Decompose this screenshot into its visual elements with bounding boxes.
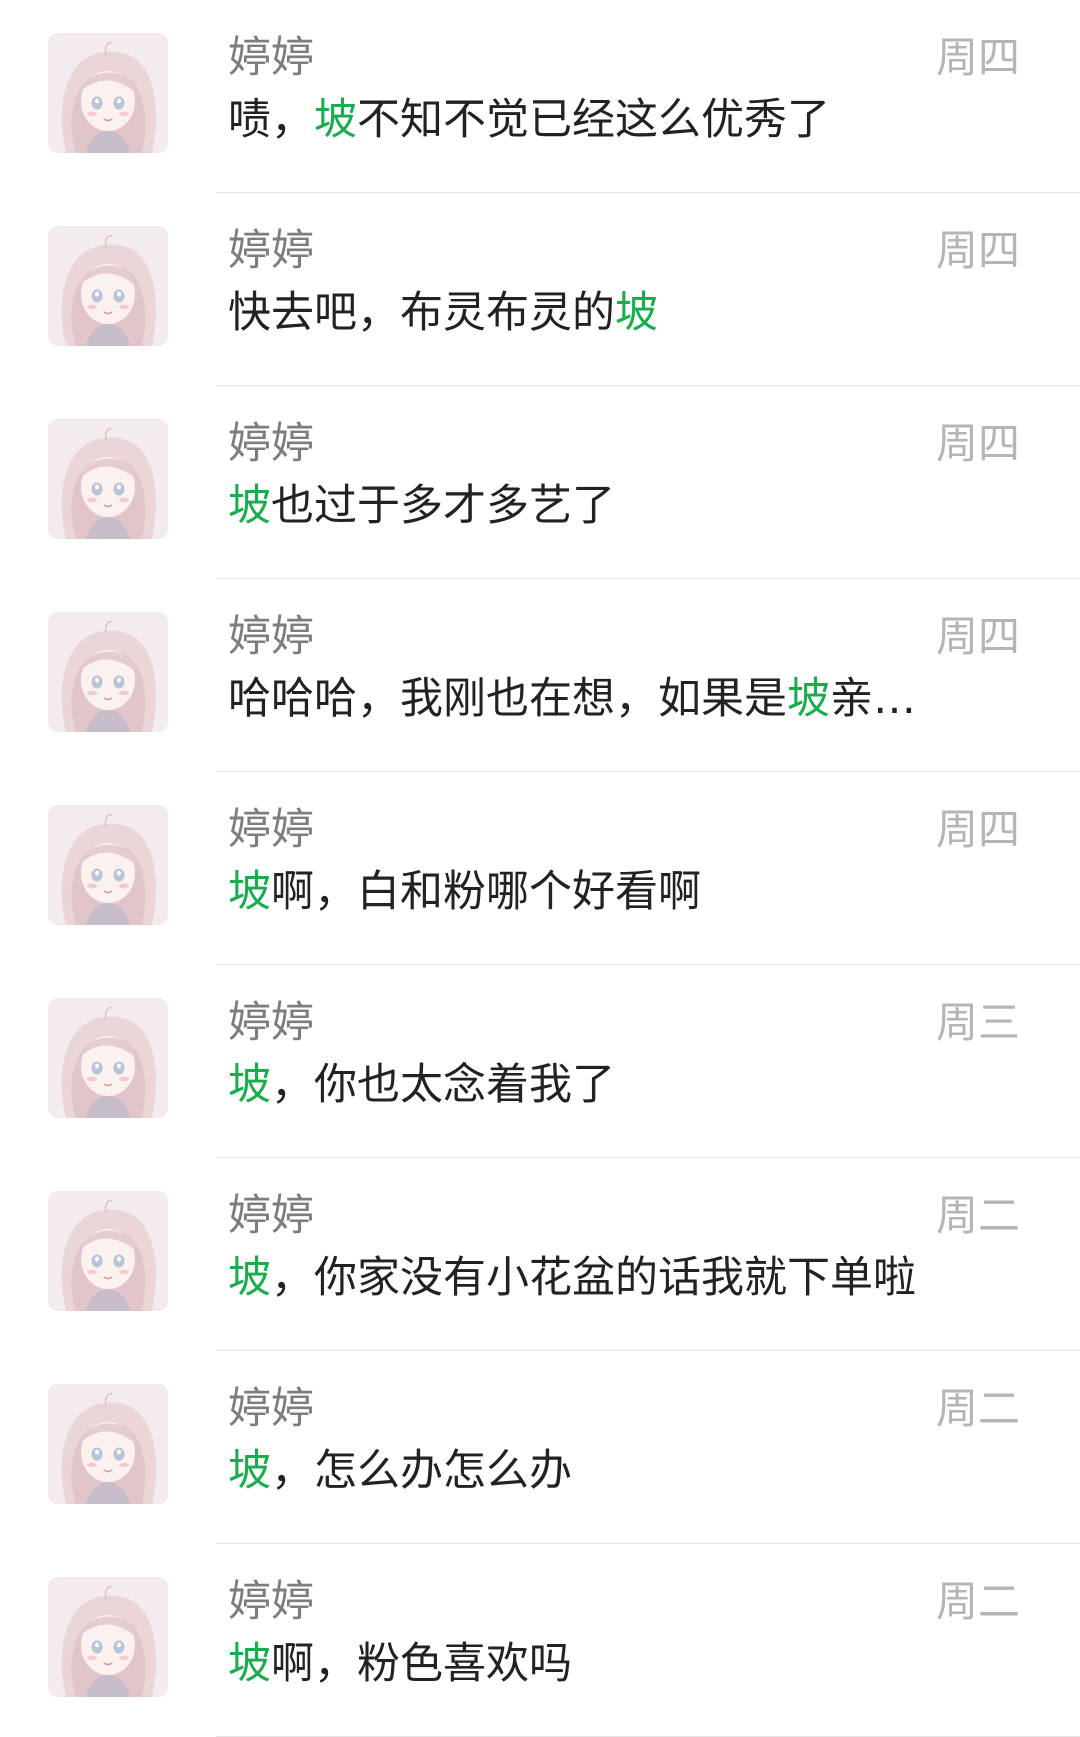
message-time: 周二 [935,1384,1020,1433]
message-text-before: 啧， [228,95,314,145]
message-time: 周四 [935,612,1020,661]
anime-girl-avatar-icon [48,33,168,153]
search-result-row-9[interactable]: 婷婷 周二 坡啊，粉色喜欢吗 [0,1544,1080,1737]
message-preview: 坡，怎么办怎么办 [228,1443,958,1499]
message-text-after: 亲… [830,674,916,724]
avatar[interactable] [48,612,168,732]
anime-girl-avatar-icon [48,1191,168,1311]
avatar[interactable] [48,1384,168,1504]
contact-name: 婷婷 [228,419,314,469]
search-result-row-5[interactable]: 婷婷 周四 坡啊，白和粉哪个好看啊 [0,772,1080,965]
search-result-row-3[interactable]: 婷婷 周四 坡也过于多才多艺了 [0,386,1080,579]
message-time: 周二 [935,1191,1020,1240]
message-time: 周三 [935,998,1020,1047]
search-result-row-8[interactable]: 婷婷 周二 坡，怎么办怎么办 [0,1351,1080,1544]
message-preview: 坡也过于多才多艺了 [228,478,958,534]
message-preview: 坡，你家没有小花盆的话我就下单啦 [228,1250,958,1306]
message-text-after: 不知不觉已经这么优秀了 [357,95,830,145]
message-text-after: 也过于多才多艺了 [271,481,615,531]
message-preview: 坡啊，粉色喜欢吗 [228,1636,958,1692]
anime-girl-avatar-icon [48,998,168,1118]
message-preview: 哈哈哈，我刚也在想，如果是坡亲… [228,671,958,727]
message-preview: 快去吧，布灵布灵的坡 [228,285,958,341]
message-preview: 坡，你也太念着我了 [228,1057,958,1113]
contact-name: 婷婷 [228,1384,314,1434]
search-keyword-highlight: 坡 [228,867,271,917]
message-text-after: 啊，粉色喜欢吗 [271,1639,572,1689]
anime-girl-avatar-icon [48,419,168,539]
search-result-row-7[interactable]: 婷婷 周二 坡，你家没有小花盆的话我就下单啦 [0,1158,1080,1351]
anime-girl-avatar-icon [48,1384,168,1504]
message-text-before: 哈哈哈，我刚也在想，如果是 [228,674,787,724]
message-text-before: 快去吧，布灵布灵的 [228,288,615,338]
avatar[interactable] [48,1577,168,1697]
search-result-row-2[interactable]: 婷婷 周四 快去吧，布灵布灵的坡 [0,193,1080,386]
avatar[interactable] [48,33,168,153]
anime-girl-avatar-icon [48,612,168,732]
contact-name: 婷婷 [228,1577,314,1627]
contact-name: 婷婷 [228,805,314,855]
avatar[interactable] [48,419,168,539]
avatar[interactable] [48,1191,168,1311]
search-keyword-highlight: 坡 [787,674,830,724]
message-time: 周四 [935,419,1020,468]
message-text-after: ，怎么办怎么办 [271,1446,572,1496]
contact-name: 婷婷 [228,612,314,662]
message-text-after: ，你家没有小花盆的话我就下单啦 [271,1253,916,1303]
contact-name: 婷婷 [228,33,314,83]
search-result-row-6[interactable]: 婷婷 周三 坡，你也太念着我了 [0,965,1080,1158]
search-result-row-1[interactable]: 婷婷 周四 啧，坡不知不觉已经这么优秀了 [0,0,1080,193]
avatar[interactable] [48,226,168,346]
message-time: 周四 [935,33,1020,82]
search-keyword-highlight: 坡 [228,1446,271,1496]
chat-search-result-list[interactable]: 婷婷 周四 啧，坡不知不觉已经这么优秀了 婷婷 周四 快去吧，布灵布灵的坡 婷婷… [0,0,1080,1737]
message-time: 周四 [935,805,1020,854]
search-result-row-4[interactable]: 婷婷 周四 哈哈哈，我刚也在想，如果是坡亲… [0,579,1080,772]
search-keyword-highlight: 坡 [228,1253,271,1303]
avatar[interactable] [48,805,168,925]
message-text-after: 啊，白和粉哪个好看啊 [271,867,701,917]
message-time: 周二 [935,1577,1020,1626]
anime-girl-avatar-icon [48,805,168,925]
contact-name: 婷婷 [228,1191,314,1241]
message-preview: 坡啊，白和粉哪个好看啊 [228,864,958,920]
search-keyword-highlight: 坡 [228,1639,271,1689]
contact-name: 婷婷 [228,226,314,276]
search-keyword-highlight: 坡 [228,481,271,531]
message-text-after: ，你也太念着我了 [271,1060,615,1110]
search-keyword-highlight: 坡 [615,288,658,338]
anime-girl-avatar-icon [48,226,168,346]
message-preview: 啧，坡不知不觉已经这么优秀了 [228,92,958,148]
contact-name: 婷婷 [228,998,314,1048]
search-keyword-highlight: 坡 [314,95,357,145]
message-time: 周四 [935,226,1020,275]
search-keyword-highlight: 坡 [228,1060,271,1110]
anime-girl-avatar-icon [48,1577,168,1697]
avatar[interactable] [48,998,168,1118]
